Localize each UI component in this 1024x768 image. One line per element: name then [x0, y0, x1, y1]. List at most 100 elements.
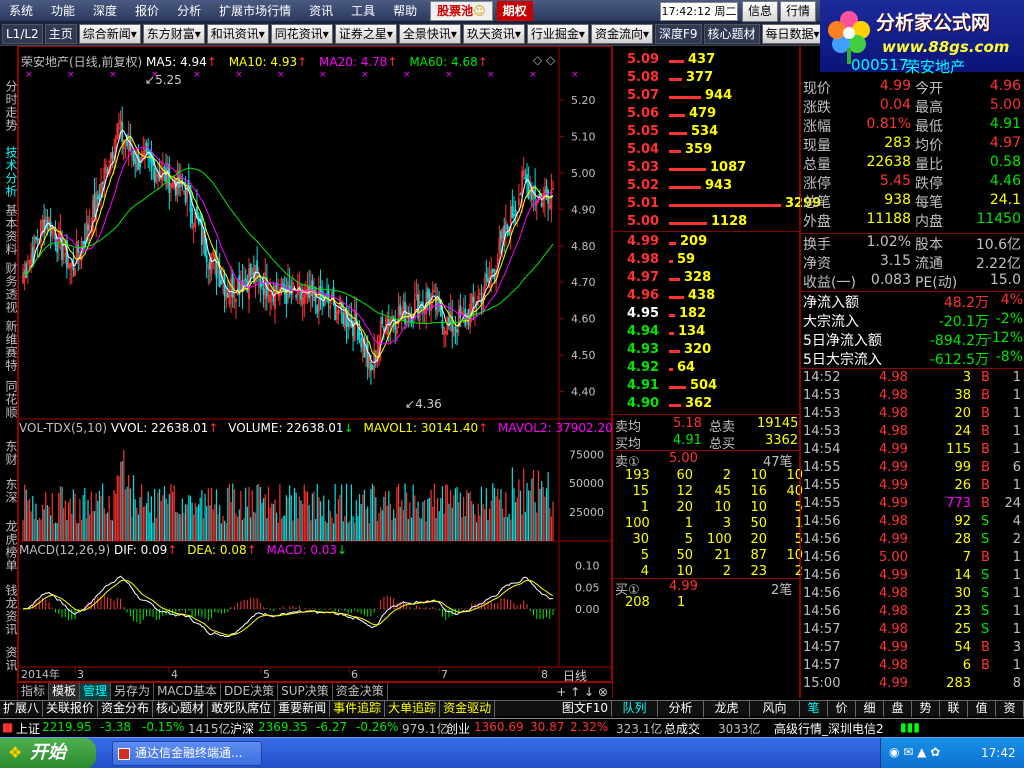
tab-trades[interactable]: 笔 [800, 701, 828, 717]
tab-value[interactable]: 值 [968, 701, 996, 717]
tab-longhu[interactable]: 龙虎 [704, 701, 750, 717]
info-button[interactable]: 信息 [742, 1, 778, 22]
tab-important-news[interactable]: 重要新闻 [275, 700, 331, 717]
ask-level-row[interactable]: 5.07 944 [613, 88, 799, 106]
toolbar-home[interactable]: 主页 [44, 23, 77, 44]
tab-sup[interactable]: SUP决策 [278, 683, 333, 700]
tab-link[interactable]: 联 [940, 701, 968, 717]
bid-level-row[interactable]: 4.91 504 [613, 378, 799, 396]
tab-basic-info[interactable]: 基本资料 [0, 204, 18, 256]
ask-level-row[interactable]: 5.05 534 [613, 124, 799, 142]
tab-intraday[interactable]: 分时走势 [0, 80, 18, 132]
tab-finance[interactable]: 财务透视 [0, 262, 18, 314]
server-name[interactable]: 高级行情_深圳电信2 [774, 720, 884, 737]
tab-related[interactable]: 关联报价 [43, 700, 99, 717]
menu-extended-market[interactable]: 扩展市场行情 [210, 0, 300, 22]
toolbar-news[interactable]: 综合新闻▾ [78, 23, 141, 44]
ask-level-row[interactable]: 5.06 479 [613, 106, 799, 124]
tab-big-order[interactable]: 大单追踪 [385, 700, 441, 717]
tab-wind[interactable]: 风向 [750, 701, 800, 717]
toolbar-hexun[interactable]: 和讯资讯▾ [206, 23, 269, 44]
bid-level-row[interactable]: 4.95 182 [613, 306, 799, 324]
bid-level-row[interactable]: 4.93 320 [613, 342, 799, 360]
tab-detail[interactable]: 细 [856, 701, 884, 717]
tab-dongcai[interactable]: 东财 [0, 440, 18, 466]
toolbar-ths[interactable]: 同花资讯▾ [270, 23, 333, 44]
bid-level-row[interactable]: 4.99 209 [613, 234, 799, 252]
tab-ext8[interactable]: 扩展八 [0, 700, 44, 717]
chart-corner-icons[interactable]: ◇ ◇ [533, 53, 555, 67]
tab-dongshen[interactable]: 东深 [0, 478, 18, 504]
tab-fund[interactable]: 资 [996, 701, 1024, 717]
kline-canvas[interactable]: 5.205.105.004.904.804.704.604.504.407500… [19, 47, 611, 681]
tab-trend[interactable]: 势 [912, 701, 940, 717]
bid-level-row[interactable]: 4.96 438 [613, 288, 799, 306]
tab-manage[interactable]: 管理 [80, 683, 112, 700]
menu-function[interactable]: 功能 [42, 0, 84, 22]
tab-qianlong[interactable]: 钱龙资讯 [0, 584, 18, 636]
toolbar-jiutian[interactable]: 玖天资讯▾ [462, 23, 525, 44]
toolbar-daily-data[interactable]: 每日数据▾ [761, 23, 824, 44]
toolbar-depth-f9[interactable]: 深度F9 [654, 23, 702, 44]
tab-queue[interactable]: 队列 [612, 701, 658, 717]
tab-tonghuashun[interactable]: 同花顺 [0, 380, 18, 419]
toolbar-panorama[interactable]: 全景快讯▾ [398, 23, 461, 44]
tab-macd-basic[interactable]: MACD基本 [154, 683, 222, 700]
menu-depth[interactable]: 深度 [84, 0, 126, 22]
menu-system[interactable]: 系统 [0, 0, 42, 22]
toolbar-l1l2[interactable]: L1/L2 [2, 23, 43, 44]
volume-bar [451, 507, 453, 541]
toolbar-core-theme[interactable]: 核心题材 [703, 23, 760, 44]
taskbar-app-tdx[interactable]: 通达信金融终端通... [112, 741, 262, 766]
bid-level-row[interactable]: 4.94 134 [613, 324, 799, 342]
tab-capital-drive[interactable]: 资金驱动 [440, 700, 496, 717]
ask-level-row[interactable]: 5.02 943 [613, 178, 799, 196]
tab-technical[interactable]: 技术分析 [0, 146, 18, 198]
ask-level-row[interactable]: 5.08 377 [613, 70, 799, 88]
menu-tools[interactable]: 工具 [342, 0, 384, 22]
tab-analysis[interactable]: 分析 [658, 701, 704, 717]
tray-icons[interactable]: ◉ ✉ ▲ ✿ [889, 745, 940, 759]
tab-price[interactable]: 价 [828, 701, 856, 717]
tab-board[interactable]: 盘 [884, 701, 912, 717]
tick-list[interactable]: 14:52 4.98 3 B 1 14:53 4.98 38 B 1 14:53 4.98 20 B 1 14… [801, 370, 1023, 696]
ask-level-row[interactable]: 5.04 359 [613, 142, 799, 160]
stock-pool-button[interactable]: 股票池☺ [430, 0, 493, 21]
tab-core-topic[interactable]: 核心题材 [153, 700, 209, 717]
options-button[interactable]: 期权 [496, 0, 533, 21]
tab-capital-dist[interactable]: 资金分布 [98, 700, 154, 717]
menu-analysis[interactable]: 分析 [168, 0, 210, 22]
toolbar-capital-flow[interactable]: 资金流向▾ [590, 23, 653, 44]
kline-chart[interactable]: 5.20 5.10 5.00 4.90 4.80 4.70 4.60 4.50 4.40 7500… [18, 46, 613, 683]
ask-level-row[interactable]: 5.00 1128 [613, 214, 799, 232]
tab-f10[interactable]: 图文F10 [559, 700, 612, 717]
period-label[interactable]: 日线 [563, 667, 611, 683]
bid-level-row[interactable]: 4.90 362 [613, 396, 799, 414]
tab-dragon-tiger[interactable]: 龙虎榜单 [0, 520, 18, 572]
tab-indicator[interactable]: 指标 [18, 683, 50, 700]
ask-level-row[interactable]: 5.09 437 [613, 52, 799, 70]
tab-save-as[interactable]: 另存为 [111, 683, 155, 700]
menu-quotes[interactable]: 报价 [126, 0, 168, 22]
tab-dde[interactable]: DDE决策 [221, 683, 279, 700]
toolbar-stockstar[interactable]: 证券之星▾ [334, 23, 397, 44]
tab-news[interactable]: 资讯 [0, 646, 18, 672]
tab-capital[interactable]: 资金决策 [333, 683, 388, 700]
bid-level-row[interactable]: 4.92 64 [613, 360, 799, 378]
toolbar-eastmoney[interactable]: 东方财富▾ [142, 23, 205, 44]
tab-template[interactable]: 模板 [49, 683, 81, 700]
ask-level-row[interactable]: 5.03 1087 [613, 160, 799, 178]
tab-dare-seat[interactable]: 敢死队席位 [208, 700, 276, 717]
quote-button[interactable]: 行情 [780, 1, 816, 22]
bid-level-row[interactable]: 4.97 328 [613, 270, 799, 288]
zoom-controls[interactable]: + ↑ ↓ ⊗ [556, 685, 612, 699]
tab-event-track[interactable]: 事件追踪 [330, 700, 386, 717]
start-button[interactable]: ❖ 开始 [0, 738, 96, 768]
ask-level-row[interactable]: 5.01 3299 [613, 196, 821, 214]
hs-label: 沪深 [230, 722, 255, 736]
bid-level-row[interactable]: 4.98 59 [613, 252, 799, 270]
toolbar-industry[interactable]: 行业掘金▾ [526, 23, 589, 44]
tab-xinwei[interactable]: 新维赛特 [0, 320, 18, 372]
menu-news[interactable]: 资讯 [300, 0, 342, 22]
menu-help[interactable]: 帮助 [384, 0, 426, 22]
